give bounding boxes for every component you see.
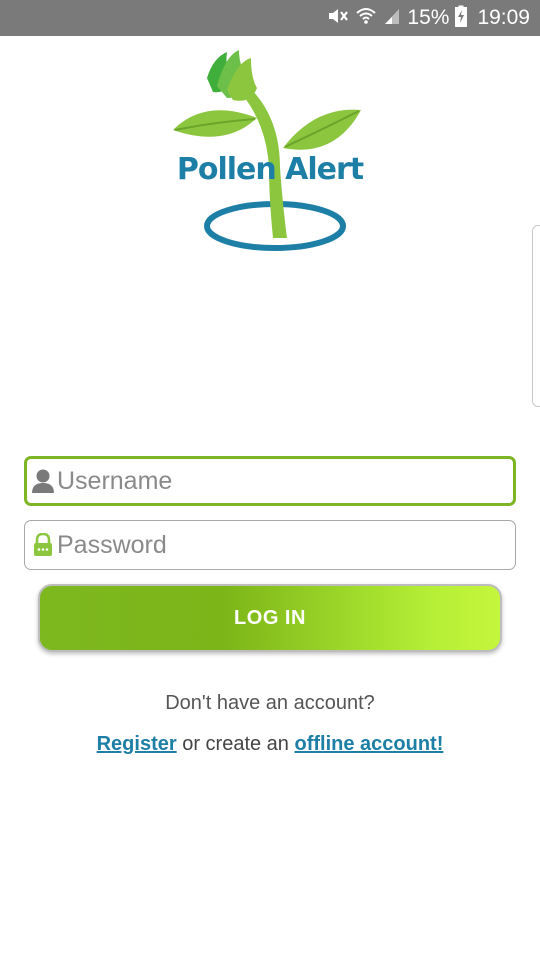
offline-account-link[interactable]: offline account! [294, 733, 443, 755]
register-line: Register or create an offline account! [0, 733, 540, 756]
edge-panel-handle[interactable] [532, 225, 540, 407]
login-button-label: LOG IN [234, 606, 306, 629]
clock: 19:09 [477, 6, 530, 29]
password-input[interactable] [55, 525, 497, 565]
user-icon [31, 467, 55, 495]
login-screen: 15% 19:09 Pollen Alert Username LOG IN D… [0, 0, 540, 960]
mute-icon [327, 6, 349, 31]
login-button[interactable]: LOG IN [38, 584, 502, 652]
username-field[interactable] [24, 456, 516, 506]
status-bar: 15% 19:09 [0, 0, 540, 36]
register-middle-text: or create an [176, 733, 295, 755]
register-link[interactable]: Register [97, 733, 177, 755]
wifi-icon [355, 6, 377, 31]
logo-text: Pollen Alert [176, 152, 364, 187]
battery-percent: 15% [407, 6, 450, 29]
username-input[interactable] [55, 461, 497, 501]
pollen-alert-logo: Pollen Alert [165, 48, 375, 258]
no-account-text: Don't have an account? [165, 692, 375, 714]
lock-icon [31, 531, 55, 559]
signal-icon [383, 6, 401, 31]
password-field[interactable] [24, 520, 516, 570]
battery-charging-icon [455, 5, 468, 32]
status-icons: 15% 19:09 [327, 0, 530, 36]
